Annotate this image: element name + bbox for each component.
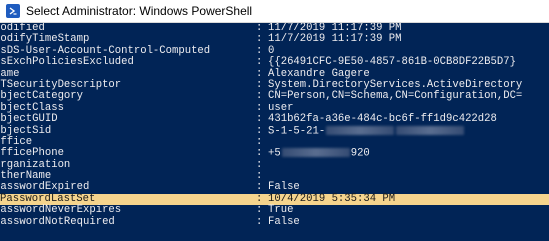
objectsid-prefix: S-1-5-21-	[268, 124, 326, 137]
property-name: OfficePhone	[0, 147, 64, 160]
property-value: False	[268, 215, 300, 228]
property-row-passwordnotrequired: PasswordNotRequired : False	[0, 215, 549, 228]
property-name: ObjectGUID	[0, 113, 58, 126]
separator: :	[256, 56, 263, 69]
separator: :	[256, 204, 263, 217]
window-title: Select Administrator: Windows PowerShell	[26, 4, 253, 18]
property-value: {{26491CFC-9E50-4857-861B-0CB8DF22B5D7}	[268, 56, 516, 69]
property-name: PasswordNotRequired	[0, 215, 115, 228]
redacted-block	[396, 125, 465, 135]
phone-suffix: 920	[350, 147, 370, 160]
property-row-officephone: OfficePhone : +5 920	[0, 147, 549, 160]
powershell-icon[interactable]	[6, 4, 20, 18]
powershell-window: Select Administrator: Windows PowerShell…	[0, 0, 549, 241]
redacted-block	[326, 125, 395, 135]
phone-prefix: +5	[268, 147, 281, 160]
property-row-objectguid: ObjectGUID : 431b62fa-a36e-484c-bc6f-ff1…	[0, 113, 549, 126]
property-row-passwordneverexpires: PasswordNeverExpires : True	[0, 204, 549, 217]
property-row-msexchpoliciesexcluded: msExchPoliciesExcluded : {{26491CFC-9E50…	[0, 56, 549, 69]
property-value: 11/7/2019 11:17:39 PM	[268, 33, 402, 46]
property-value: CN=Person,CN=Schema,CN=Configuration,DC=	[268, 90, 523, 103]
property-name: PasswordNeverExpires	[0, 204, 122, 217]
property-value: +5 920	[268, 148, 370, 160]
separator: :	[256, 113, 263, 126]
property-value: S-1-5-21-	[268, 124, 465, 138]
property-name: msExchPoliciesExcluded	[0, 56, 134, 69]
property-value: 431b62fa-a36e-484c-bc6f-ff1d9c422d28	[268, 113, 497, 126]
separator: :	[256, 147, 263, 160]
property-row-office: Office :	[0, 136, 549, 148]
property-row-objectsid: objectSid : S-1-5-21-	[0, 124, 549, 138]
title-bar[interactable]: Select Administrator: Windows PowerShell	[0, 0, 549, 23]
property-row-organization: Organization :	[0, 159, 549, 171]
console-output[interactable]: Modified : 11/7/2019 11:17:39 PM modifyT…	[0, 23, 549, 241]
separator: :	[256, 215, 263, 228]
property-value: True	[268, 204, 294, 217]
redacted-block	[281, 148, 350, 158]
